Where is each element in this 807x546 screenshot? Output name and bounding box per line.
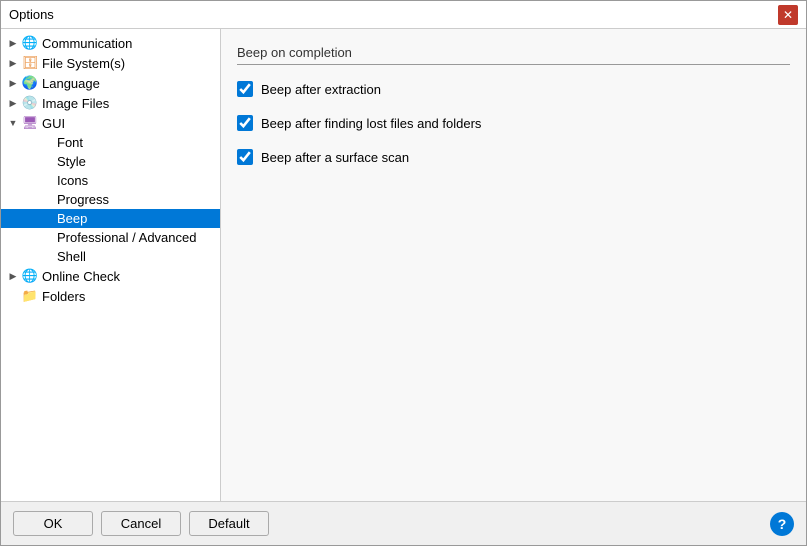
sidebar-item-label-language: Language (42, 76, 100, 91)
sidebar-item-label-filesystem: File System(s) (42, 56, 125, 71)
sidebar-item-label-gui: GUI (42, 116, 65, 131)
sidebar-item-label-onlinecheck: Online Check (42, 269, 120, 284)
checkbox-item-beep_lost_files: Beep after finding lost files and folder… (237, 115, 790, 131)
sidebar-item-label-folders: Folders (42, 289, 85, 304)
title-bar: Options ✕ (1, 1, 806, 29)
tree-icon-communication: 🌐 (21, 35, 39, 51)
checkbox-beep_extraction[interactable] (237, 81, 253, 97)
tree-arrow-filesystem: ▶ (5, 58, 21, 69)
checkbox-label-beep_surface: Beep after a surface scan (261, 150, 409, 165)
sidebar-item-style[interactable]: Style (1, 152, 220, 171)
tree-icon-folders: 📁 (21, 288, 39, 304)
footer-buttons: OK Cancel Default (13, 511, 269, 536)
sidebar-item-filesystem[interactable]: ▶🗄File System(s) (1, 53, 220, 73)
sidebar-item-font[interactable]: Font (1, 133, 220, 152)
footer: OK Cancel Default ? (1, 501, 806, 545)
main-content: ▶🌐Communication▶🗄File System(s)▶🌍Languag… (1, 29, 806, 501)
tree-arrow-onlinecheck: ▶ (5, 271, 21, 282)
help-button[interactable]: ? (770, 512, 794, 536)
sidebar-item-label-progress: Progress (57, 192, 109, 207)
sidebar-item-beep[interactable]: Beep (1, 209, 220, 228)
sidebar-item-label-style: Style (57, 154, 86, 169)
sidebar-item-label-beep: Beep (57, 211, 87, 226)
tree-arrow-language: ▶ (5, 78, 21, 89)
cancel-button[interactable]: Cancel (101, 511, 181, 536)
sidebar-item-shell[interactable]: Shell (1, 247, 220, 266)
checkbox-label-beep_extraction: Beep after extraction (261, 82, 381, 97)
sidebar-item-label-icons: Icons (57, 173, 88, 188)
sidebar-item-icons[interactable]: Icons (1, 171, 220, 190)
sidebar-item-folders[interactable]: 📁Folders (1, 286, 220, 306)
sidebar-item-label-shell: Shell (57, 249, 86, 264)
checkboxes-container: Beep after extraction Beep after finding … (237, 81, 790, 165)
tree-icon-imagefiles: 💿 (21, 95, 39, 111)
sidebar-item-progress[interactable]: Progress (1, 190, 220, 209)
default-button[interactable]: Default (189, 511, 269, 536)
tree-icon-filesystem: 🗄 (21, 55, 39, 71)
sidebar-item-imagefiles[interactable]: ▶💿Image Files (1, 93, 220, 113)
ok-button[interactable]: OK (13, 511, 93, 536)
sidebar-item-label-communication: Communication (42, 36, 132, 51)
sidebar-item-label-font: Font (57, 135, 83, 150)
sidebar-item-gui[interactable]: ▼🖥GUI (1, 113, 220, 133)
window-title: Options (9, 7, 54, 22)
tree-arrow-gui: ▼ (5, 118, 21, 128)
close-button[interactable]: ✕ (778, 5, 798, 25)
options-dialog: Options ✕ ▶🌐Communication▶🗄File System(s… (0, 0, 807, 546)
content-panel: Beep on completion Beep after extraction… (221, 29, 806, 501)
checkbox-label-beep_lost_files: Beep after finding lost files and folder… (261, 116, 481, 131)
sidebar-item-communication[interactable]: ▶🌐Communication (1, 33, 220, 53)
sidebar-item-onlinecheck[interactable]: ▶🌐Online Check (1, 266, 220, 286)
sidebar-item-label-professional: Professional / Advanced (57, 230, 196, 245)
checkbox-beep_lost_files[interactable] (237, 115, 253, 131)
tree-arrow-imagefiles: ▶ (5, 98, 21, 109)
checkbox-item-beep_surface: Beep after a surface scan (237, 149, 790, 165)
sidebar-item-language[interactable]: ▶🌍Language (1, 73, 220, 93)
tree-icon-onlinecheck: 🌐 (21, 268, 39, 284)
tree-icon-gui: 🖥 (21, 115, 39, 131)
checkbox-beep_surface[interactable] (237, 149, 253, 165)
sidebar-item-professional[interactable]: Professional / Advanced (1, 228, 220, 247)
checkbox-item-beep_extraction: Beep after extraction (237, 81, 790, 97)
sidebar-tree: ▶🌐Communication▶🗄File System(s)▶🌍Languag… (1, 29, 221, 501)
sidebar-item-label-imagefiles: Image Files (42, 96, 109, 111)
section-title: Beep on completion (237, 45, 790, 65)
tree-arrow-communication: ▶ (5, 38, 21, 49)
tree-icon-language: 🌍 (21, 75, 39, 91)
